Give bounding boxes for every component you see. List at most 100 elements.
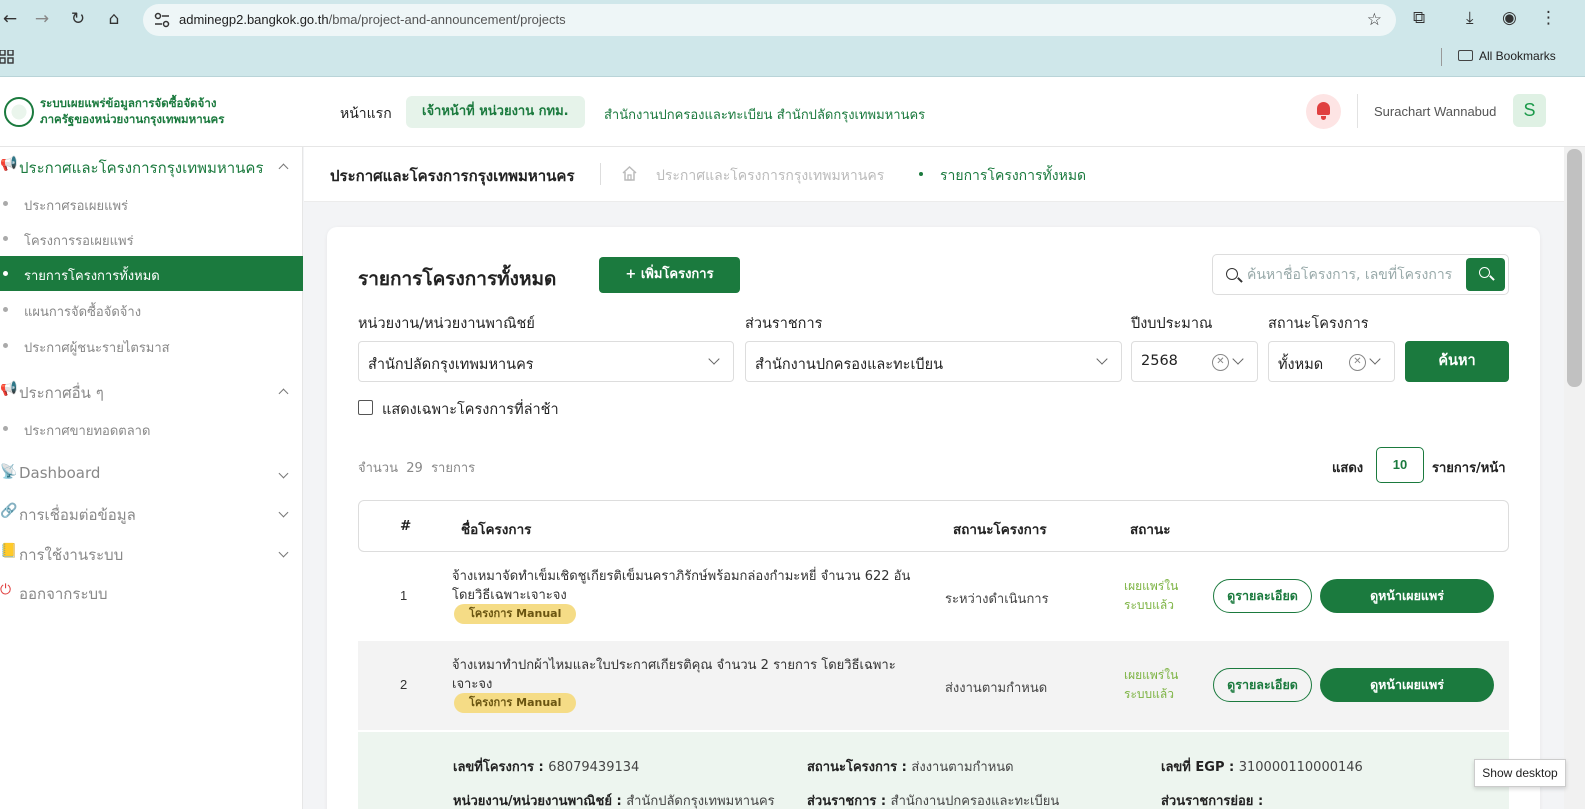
manual-badge: โครงการ Manual (454, 604, 577, 624)
browser-toolbar: ← → ↻ ⌂ adminegp2.bangkok.go.th/bma/proj… (0, 0, 1585, 40)
logo-title-line2[interactable]: ภาครัฐของหน่วยงานกรุงเทพมหานคร (40, 111, 224, 129)
per-page-input[interactable]: 10 (1376, 447, 1424, 483)
back-icon[interactable]: ← (0, 9, 20, 29)
apps-grid-icon[interactable] (0, 50, 14, 64)
sidebar-item-label: โครงการรอเผยแพร่ (24, 234, 134, 249)
result-count: จำนวน 29 รายการ (358, 461, 476, 476)
chevron-down-icon (1096, 353, 1108, 365)
breadcrumb-parent[interactable]: ประกาศและโครงการกรุงเทพมหานคร (656, 165, 884, 187)
late-only-checkbox[interactable] (358, 400, 373, 415)
card-title: รายการโครงการทั้งหมด (358, 268, 557, 290)
sidebar-section-label: Dashboard (19, 464, 101, 482)
sidebar-item-pending-announcements[interactable]: ประกาศรอเผยแพร่ (0, 186, 303, 221)
clear-icon[interactable]: ✕ (1212, 354, 1229, 371)
bell-icon (1317, 102, 1330, 115)
sidebar-logout[interactable]: ⏻ ออกจากระบบ (0, 578, 303, 608)
division-field: ส่วนราชการ : สำนักงานปกครองและทะเบียน (807, 794, 1060, 809)
folder-icon (1458, 50, 1473, 61)
sidebar-item-procurement-plan[interactable]: แผนการจัดซื้อจัดจ้าง (0, 292, 303, 327)
view-detail-button[interactable]: ดูรายละเอียด (1213, 579, 1312, 613)
sidebar-section-label: ประกาศและโครงการกรุงเทพมหานคร (19, 159, 264, 177)
sidebar-item-label: ประกาศขายทอดตลาด (24, 424, 151, 439)
all-bookmarks-label: All Bookmarks (1479, 49, 1556, 63)
notification-button[interactable] (1306, 94, 1341, 129)
chevron-up-icon (278, 388, 289, 399)
chevron-down-icon (278, 507, 289, 518)
col-status: สถานะ (1130, 522, 1171, 538)
sidebar-section-announcements[interactable]: 📢 ประกาศและโครงการกรุงเทพมหานคร (0, 152, 303, 182)
megaphone-icon: 📢 (0, 381, 18, 397)
sidebar-section-user-guide[interactable]: 📒 การใช้งานระบบ (0, 539, 303, 569)
site-settings-icon[interactable] (153, 11, 171, 29)
reload-icon[interactable]: ↻ (68, 9, 88, 29)
profile-icon[interactable]: ◉ (1502, 8, 1517, 28)
search-icon (1226, 268, 1238, 280)
clear-icon[interactable]: ✕ (1349, 354, 1366, 371)
extensions-icon[interactable]: ⧉ (1413, 8, 1425, 28)
page-header: ประกาศและโครงการกรุงเทพมหานคร ประกาศและโ… (304, 147, 1564, 202)
breadcrumb-home-icon[interactable] (621, 165, 638, 182)
scrollbar-thumb[interactable] (1567, 149, 1582, 387)
project-status-field: สถานะโครงการ : ส่งงานตามกำหนด (807, 760, 1014, 775)
late-only-label[interactable]: แสดงเฉพาะโครงการที่ล่าช้า (382, 398, 559, 421)
project-name: จ้างเหมาจัดทำเข็มเชิดชูเกียรติเข็มนคราภิ… (452, 569, 911, 603)
projects-card: รายการโครงการทั้งหมด + เพิ่มโครงการ หน่ว… (327, 227, 1540, 809)
sidebar-item-pending-projects[interactable]: โครงการรอเผยแพร่ (0, 221, 303, 256)
sidebar-item-all-projects[interactable]: รายการโครงการทั้งหมด (0, 256, 303, 291)
address-bar[interactable]: adminegp2.bangkok.go.th/bma/project-and-… (143, 4, 1396, 36)
role-badge[interactable]: เจ้าหน้าที่ หน่วยงาน กทม. (406, 96, 585, 128)
status-filter-label: สถานะโครงการ (1268, 316, 1369, 332)
nav-home-link[interactable]: หน้าแรก (340, 103, 392, 125)
manual-badge: โครงการ Manual (454, 693, 577, 713)
department-label: สำนักงานปกครองและทะเบียน สำนักปลัดกรุงเท… (604, 108, 926, 123)
sidebar-item-label: รายการโครงการทั้งหมด (24, 269, 160, 284)
project-number-field: เลขที่โครงการ : 68079439134 (453, 760, 640, 775)
search-icon (1479, 267, 1490, 278)
home-icon[interactable]: ⌂ (104, 9, 124, 29)
col-project-name: ชื่อโครงการ (461, 522, 532, 538)
agency-field: หน่วยงาน/หน่วยงานพาณิชย์ : สำนักปลัดกรุง… (453, 794, 775, 809)
view-publish-page-button[interactable]: ดูหน้าเผยแพร่ (1320, 579, 1494, 613)
year-select[interactable]: 2568 ✕ (1131, 341, 1258, 382)
find-button[interactable]: ค้นหา (1405, 341, 1509, 382)
agency-select[interactable]: สำนักปลัดกรุงเทพมหานคร (358, 341, 734, 382)
bookmark-star-icon[interactable]: ☆ (1367, 10, 1382, 30)
sidebar-section-dashboard[interactable]: 📡 Dashboard (0, 460, 303, 490)
sidebar-item-label: ประกาศรอเผยแพร่ (24, 199, 129, 214)
division-label: ส่วนราชการ (745, 316, 823, 332)
search-box (1212, 254, 1509, 295)
sidebar-item-auction[interactable]: ประกาศขายทอดตลาด (0, 411, 303, 446)
download-icon[interactable]: ⤓ (1466, 8, 1474, 28)
all-bookmarks-button[interactable]: All Bookmarks (1458, 49, 1556, 63)
menu-kebab-icon[interactable]: ⋮ (1540, 8, 1557, 28)
agency-label: หน่วยงาน/หน่วยงานพาณิชย์ (358, 316, 535, 332)
chevron-down-icon (1369, 353, 1381, 365)
user-name[interactable]: Surachart Wannabud (1374, 104, 1496, 119)
sidebar: 📢 ประกาศและโครงการกรุงเทพมหานคร ประกาศรอ… (0, 147, 303, 809)
satellite-icon: 📡 (0, 464, 18, 480)
search-input[interactable] (1247, 256, 1467, 293)
view-publish-page-button[interactable]: ดูหน้าเผยแพร่ (1320, 668, 1494, 702)
table-row[interactable]: 2 จ้างเหมาทำปกผ้าไหมและใบประกาศเกียรติคุ… (358, 641, 1509, 730)
sidebar-item-quarterly-winners[interactable]: ประกาศผู้ชนะรายไตรมาส (0, 328, 303, 363)
division-select[interactable]: สำนักงานปกครองและทะเบียน (745, 341, 1122, 382)
sidebar-item-label: ประกาศผู้ชนะรายไตรมาส (24, 341, 170, 356)
avatar[interactable]: S (1513, 94, 1546, 127)
forward-icon[interactable]: → (32, 9, 52, 29)
sidebar-section-label: ประกาศอื่น ๆ (19, 384, 104, 402)
add-project-button[interactable]: + เพิ่มโครงการ (599, 257, 740, 293)
chevron-down-icon (278, 468, 289, 479)
publish-status: เผยแพร่ในระบบแล้ว (1124, 668, 1179, 701)
bma-logo-icon[interactable] (4, 97, 34, 127)
show-label: แสดง (1332, 461, 1364, 476)
chevron-up-icon (278, 163, 289, 174)
egp-number-field: เลขที่ EGP : 310000110000146 (1161, 760, 1363, 775)
search-button[interactable] (1466, 258, 1505, 291)
sidebar-section-data-connection[interactable]: 🔗 การเชื่อมต่อข้อมูล (0, 499, 303, 529)
sidebar-section-other-announcements[interactable]: 📢 ประกาศอื่น ๆ (0, 377, 303, 407)
status-select[interactable]: ทั้งหมด ✕ (1268, 341, 1395, 382)
project-name: จ้างเหมาทำปกผ้าไหมและใบประกาศเกียรติคุณ … (452, 658, 896, 692)
row-expanded-details: เลขที่โครงการ : 68079439134 สถานะโครงการ… (358, 732, 1509, 809)
row-number: 1 (400, 588, 408, 603)
view-detail-button[interactable]: ดูรายละเอียด (1213, 668, 1312, 702)
